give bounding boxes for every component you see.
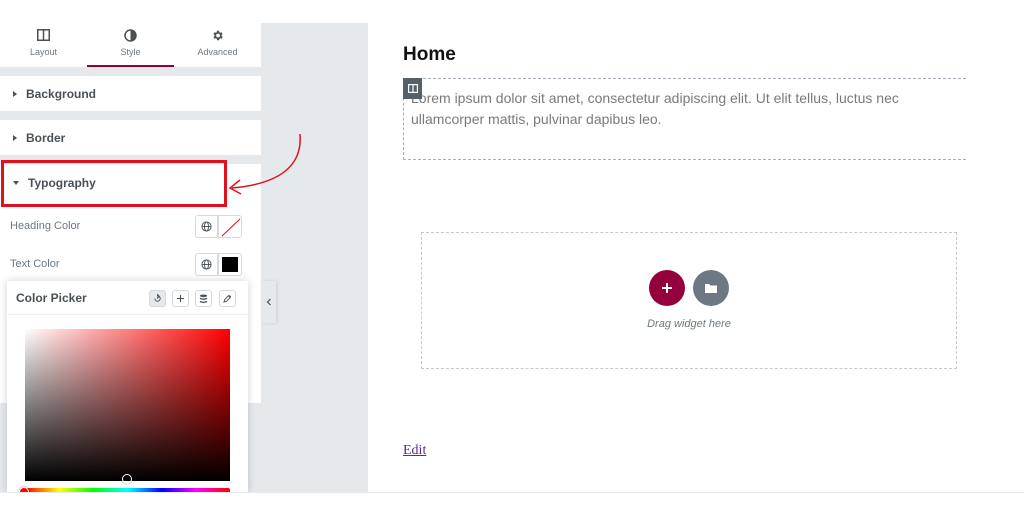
text-color-swatch[interactable] [218,253,242,276]
canvas-top-strip [261,0,1024,23]
tab-style[interactable]: Style [87,0,174,67]
tab-layout[interactable]: Layout [0,0,87,67]
gear-icon [213,30,223,41]
tab-advanced-label: Advanced [197,47,238,57]
add-color-button[interactable] [172,290,189,307]
eyedropper-icon [223,294,232,303]
section-background-label: Background [26,86,97,101]
bottom-bar [0,492,1024,510]
columns-icon [407,84,418,93]
text-color-swatch-fill [222,257,238,272]
add-section-button[interactable] [649,270,685,306]
tab-layout-label: Layout [29,47,58,57]
collapse-panel-button[interactable] [261,281,276,323]
drag-widget-hint: Drag widget here [647,318,731,330]
saturation-area[interactable] [25,329,230,481]
chevron-left-icon [266,298,271,306]
annotation-arrow [228,133,301,195]
reset-icon [154,294,161,302]
panel-tabs: Layout Style Advanced [0,0,261,67]
tabs-divider [0,67,261,76]
annotation-highlight-box [1,160,227,207]
caret-right-icon [13,90,17,97]
tab-advanced[interactable]: Advanced [174,0,261,67]
text-color-label: Text Color [10,258,60,270]
edit-link[interactable]: Edit [403,443,426,459]
database-icon [199,294,208,303]
folder-icon [705,284,717,293]
tab-style-label: Style [120,47,141,57]
globe-icon [201,259,212,270]
heading-color-label: Heading Color [10,220,81,232]
columns-icon [37,29,50,41]
color-picker-title: Color Picker [16,290,87,305]
widget-text[interactable]: Lorem ipsum dolor sit amet, consectetur … [411,88,951,130]
heading-color-global-button[interactable] [195,215,218,238]
editor-root: Layout Style Advanced Background Border … [0,0,1024,510]
global-colors-button[interactable] [195,290,212,307]
color-picker-popover: Color Picker [7,281,248,492]
text-color-global-button[interactable] [195,253,218,276]
half-circle-icon [124,29,137,42]
editor-panel: Layout Style Advanced Background Border … [0,0,261,492]
section-border-label: Border [26,130,66,145]
plus-icon [662,283,672,293]
plus-icon [176,294,185,303]
widget-drop-zone[interactable] [421,232,957,369]
section-background[interactable]: Background [0,76,261,111]
reset-color-button[interactable] [149,290,166,307]
panel-canvas-gutter [261,0,368,492]
column-handle[interactable] [403,78,422,99]
heading-color-swatch[interactable] [218,215,242,238]
section-divider [0,111,261,120]
eyedropper-button[interactable] [219,290,236,307]
caret-right-icon [13,134,17,141]
globe-icon [201,221,212,232]
no-color-icon [221,218,241,237]
page-title: Home [403,44,456,65]
saturation-handle[interactable] [122,474,132,484]
add-template-button[interactable] [693,270,729,306]
